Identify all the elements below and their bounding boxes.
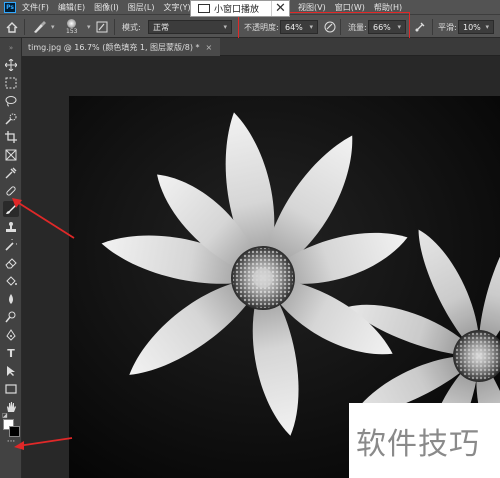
menu-window[interactable]: 窗口(W) bbox=[335, 2, 365, 13]
panel-collapse-icon[interactable]: » bbox=[3, 40, 19, 56]
brush-settings-icon[interactable] bbox=[96, 15, 108, 39]
rectangle-tool-icon[interactable] bbox=[3, 381, 19, 397]
arrow-to-color-swatch-icon bbox=[14, 437, 73, 450]
lasso-tool-icon[interactable] bbox=[3, 93, 19, 109]
brush-tip-icon bbox=[67, 19, 77, 28]
chevron-down-icon: ▾ bbox=[51, 23, 55, 31]
brush-panel-toggle-icon[interactable]: ▾ bbox=[84, 15, 91, 39]
move-tool-icon[interactable] bbox=[3, 57, 19, 73]
pip-label[interactable]: 小窗口播放 bbox=[214, 2, 259, 15]
eraser-tool-icon[interactable] bbox=[3, 255, 19, 271]
chevron-down-icon: ▾ bbox=[223, 23, 227, 31]
menu-view[interactable]: 视图(V) bbox=[298, 2, 326, 13]
brush-size-picker[interactable]: 153 bbox=[66, 15, 77, 39]
crop-tool-icon[interactable] bbox=[3, 129, 19, 145]
blur-tool-icon[interactable] bbox=[3, 291, 19, 307]
menu-help[interactable]: 帮助(H) bbox=[374, 2, 402, 13]
quick-selection-tool-icon[interactable] bbox=[3, 111, 19, 127]
paint-bucket-tool-icon[interactable] bbox=[3, 273, 19, 289]
menu-layer[interactable]: 图层(L) bbox=[128, 2, 155, 13]
document-tab-bar: timg.jpg @ 16.7% (颜色填充 1, 图层蒙版/8) * × bbox=[22, 38, 500, 56]
chevron-down-icon: ▾ bbox=[485, 23, 489, 31]
smoothing-input[interactable]: 10% ▾ bbox=[458, 20, 494, 34]
default-colors-icon[interactable]: ◪ bbox=[2, 412, 8, 419]
arrow-to-brush-icon bbox=[12, 198, 75, 239]
home-icon[interactable] bbox=[6, 15, 18, 39]
pen-tool-icon[interactable] bbox=[3, 327, 19, 343]
smoothing-label: 平滑: bbox=[438, 22, 457, 32]
mode-label: 模式: bbox=[122, 22, 141, 32]
menu-file[interactable]: 文件(F) bbox=[22, 2, 49, 13]
menu-type[interactable]: 文字(Y) bbox=[163, 2, 190, 13]
close-icon[interactable]: × bbox=[205, 43, 212, 52]
blend-mode-value: 正常 bbox=[153, 22, 169, 32]
frame-tool-icon[interactable] bbox=[3, 147, 19, 163]
path-selection-tool-icon[interactable] bbox=[3, 363, 19, 379]
dodge-tool-icon[interactable] bbox=[3, 309, 19, 325]
tools-panel: » T ··· ◪ bbox=[0, 38, 22, 478]
app-logo: Ps bbox=[4, 1, 16, 13]
pip-popup: 小窗口播放 ✕ bbox=[190, 0, 290, 17]
brush-size-value: 153 bbox=[66, 28, 78, 35]
menu-edit[interactable]: 编辑(E) bbox=[58, 2, 85, 13]
photoshop-window: Ps 文件(F) 编辑(E) 图像(I) 图层(L) 文字(Y) 视图(V) 窗… bbox=[0, 0, 500, 478]
eyedropper-tool-icon[interactable] bbox=[3, 165, 19, 181]
pip-window-icon[interactable] bbox=[198, 4, 210, 13]
type-tool-icon[interactable]: T bbox=[3, 345, 19, 361]
airbrush-icon[interactable] bbox=[414, 15, 426, 39]
chevron-down-icon: ▾ bbox=[87, 23, 91, 31]
document-tab[interactable]: timg.jpg @ 16.7% (颜色填充 1, 图层蒙版/8) * × bbox=[22, 38, 221, 56]
marquee-tool-icon[interactable] bbox=[3, 75, 19, 91]
menu-image[interactable]: 图像(I) bbox=[94, 2, 119, 13]
smoothing-value: 10% bbox=[463, 22, 481, 32]
blend-mode-select[interactable]: 正常 ▾ bbox=[148, 20, 232, 34]
pip-close-button[interactable]: ✕ bbox=[271, 1, 289, 16]
watermark-text: 软件技巧 bbox=[356, 427, 480, 462]
brush-preset-icon[interactable]: ▾ bbox=[32, 15, 55, 39]
document-tab-title: timg.jpg @ 16.7% (颜色填充 1, 图层蒙版/8) * bbox=[28, 42, 200, 52]
